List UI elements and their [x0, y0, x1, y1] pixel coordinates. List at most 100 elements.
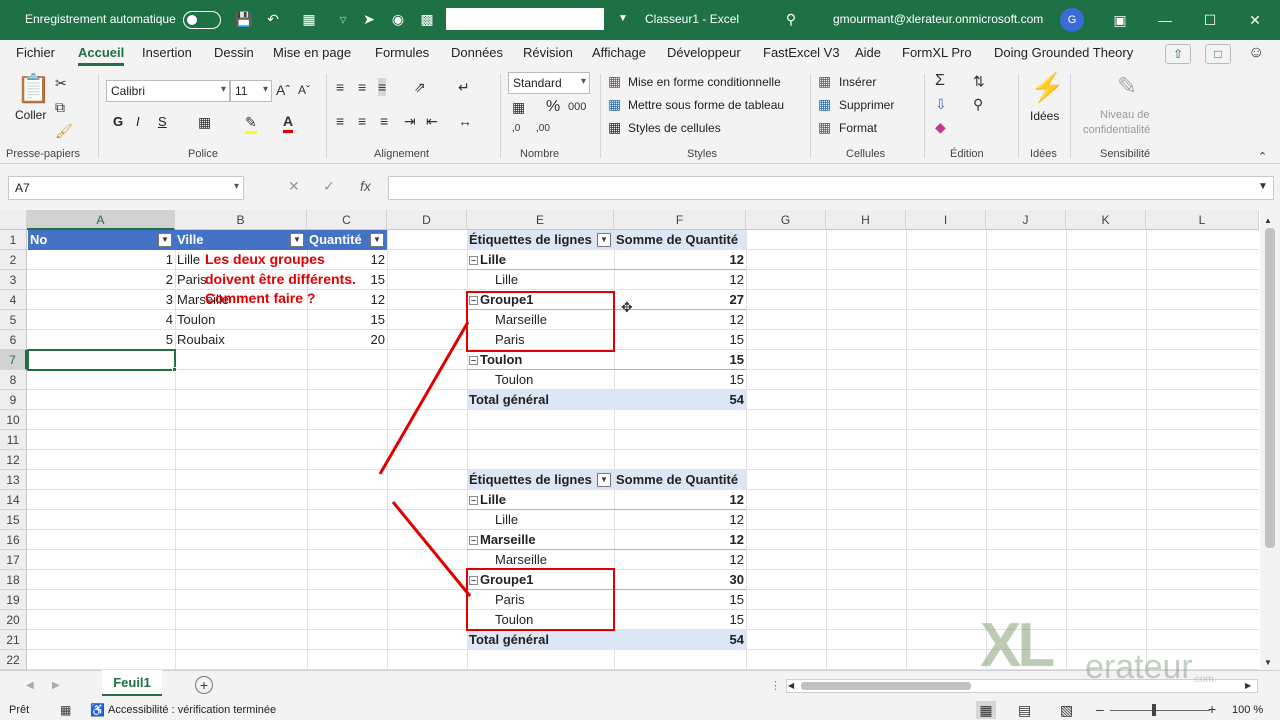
pivot1-item-label[interactable]: Lille [467, 270, 614, 290]
expand-formula-icon[interactable]: ▼ [1258, 178, 1268, 196]
bold-button[interactable]: G [113, 114, 123, 129]
collapse-icon[interactable]: – [469, 356, 478, 365]
horizontal-scroll-thumb[interactable] [801, 682, 971, 690]
form-icon[interactable]: ▦ [300, 10, 318, 28]
share-button[interactable]: ⇧ [1165, 44, 1191, 64]
vertical-scrollbar[interactable]: ▲ ▼ [1260, 210, 1280, 670]
pivot2-group-label[interactable]: – Lille [467, 490, 614, 510]
col-header-g[interactable]: G [746, 210, 826, 230]
table-cell-ville[interactable]: Roubaix [175, 330, 307, 350]
italic-button[interactable]: I [136, 114, 140, 129]
col-header-l[interactable]: L [1146, 210, 1259, 230]
col-header-i[interactable]: I [906, 210, 986, 230]
row-header[interactable]: 14 [0, 490, 27, 510]
tab-affichage[interactable]: Affichage [592, 45, 646, 60]
table-cell-qte[interactable]: 20 [307, 330, 387, 350]
underline-button[interactable]: S [158, 114, 167, 129]
format-as-table-button[interactable]: Mettre sous forme de tableau [628, 98, 784, 112]
name-box[interactable]: A7 [8, 176, 244, 200]
filter-dropdown-icon[interactable]: ▼ [290, 233, 304, 247]
table-cell-qte[interactable]: 15 [307, 310, 387, 330]
collapse-icon[interactable]: – [469, 256, 478, 265]
row-header[interactable]: 21 [0, 630, 27, 650]
pivot1-group-label[interactable]: – Toulon [467, 350, 614, 370]
row-header[interactable]: 16 [0, 530, 27, 550]
tab-grounded-theory[interactable]: Doing Grounded Theory [994, 45, 1133, 60]
tab-aide[interactable]: Aide [855, 45, 881, 60]
row-header[interactable]: 9 [0, 390, 27, 410]
font-color-icon[interactable]: A [283, 112, 294, 133]
row-header[interactable]: 4 [0, 290, 27, 310]
percent-icon[interactable]: % [546, 98, 560, 116]
orientation-icon[interactable]: ⇗ [414, 78, 426, 96]
cell-styles-icon[interactable]: ▦ [608, 118, 621, 136]
pivot1-group-value[interactable]: 12 [614, 250, 746, 270]
col-header-e[interactable]: E [467, 210, 614, 230]
filter-dropdown-icon[interactable]: ▼ [597, 473, 611, 487]
collapse-icon[interactable]: – [469, 496, 478, 505]
tab-split-icon[interactable]: ⋮ [770, 677, 781, 695]
format-cells-button[interactable]: Format [839, 121, 877, 135]
pivot2-item-value[interactable]: 12 [614, 550, 746, 570]
pivot1-total-label[interactable]: Total général [467, 390, 614, 410]
format-as-table-icon[interactable]: ▦ [608, 95, 621, 113]
row-header[interactable]: 11 [0, 430, 27, 450]
pivot2-group-value[interactable]: 30 [614, 570, 746, 590]
row-header[interactable]: 19 [0, 590, 27, 610]
quick-access-input[interactable] [446, 8, 604, 30]
col-header-f[interactable]: F [614, 210, 746, 230]
tab-developpeur[interactable]: Développeur [667, 45, 741, 60]
decrease-decimal-icon[interactable]: ,00 [536, 120, 550, 138]
row-header[interactable]: 12 [0, 450, 27, 470]
select-all-corner[interactable] [0, 210, 27, 230]
table-cell-no[interactable]: 5 [28, 330, 175, 350]
pivot1-item-value[interactable]: 12 [614, 310, 746, 330]
worksheet-grid[interactable]: 22 21 20 19 18 17 16 15 14 13 12 11 10 9 8 7 6 5 4 3 2 1 A B … [0, 210, 1280, 670]
zoom-in-icon[interactable]: + [1208, 700, 1216, 718]
pivot1-group-label[interactable]: – Lille [467, 250, 614, 270]
filter-dropdown-icon[interactable]: ▼ [597, 233, 611, 247]
autosum-icon[interactable]: Σ [935, 72, 945, 90]
col-header-b[interactable]: B [175, 210, 307, 230]
prev-sheet-icon[interactable]: ◀ [26, 677, 34, 695]
tab-mise-en-page[interactable]: Mise en page [273, 45, 351, 60]
find-select-icon[interactable]: ⚲ [973, 95, 983, 113]
indent-icon[interactable]: ⇥ [404, 112, 416, 130]
zoom-level[interactable]: 100 % [1232, 704, 1263, 716]
row-header[interactable]: 5 [0, 310, 27, 330]
pivot2-total-label[interactable]: Total général [467, 630, 614, 650]
cut-icon[interactable]: ✂ [55, 74, 67, 92]
table-cell-no[interactable]: 4 [28, 310, 175, 330]
grow-font-icon[interactable]: Aˆ [276, 81, 290, 99]
page-layout-icon[interactable]: ▤ [1018, 701, 1031, 719]
insert-cells-button[interactable]: Insérer [839, 75, 876, 89]
accessibility-icon[interactable]: ♿ [90, 701, 105, 719]
tab-insertion[interactable]: Insertion [142, 45, 192, 60]
insert-cells-icon[interactable]: ▦ [818, 72, 831, 90]
row-header[interactable]: 17 [0, 550, 27, 570]
align-top-icon[interactable]: ≡ [336, 78, 344, 96]
row-header[interactable]: 10 [0, 410, 27, 430]
tab-fastexcel[interactable]: FastExcel V3 [763, 45, 840, 60]
row-header[interactable]: 6 [0, 330, 27, 350]
align-right-icon[interactable]: ≡ [380, 112, 388, 130]
conditional-format-icon[interactable]: ▦ [608, 72, 621, 90]
col-header-k[interactable]: K [1066, 210, 1146, 230]
currency-icon[interactable]: ▦ [512, 98, 525, 116]
tab-revision[interactable]: Révision [523, 45, 573, 60]
ribbon-display-icon[interactable]: ▣ [1110, 10, 1130, 30]
next-sheet-icon[interactable]: ▶ [52, 677, 60, 695]
align-left-icon[interactable]: ≡ [336, 112, 344, 130]
zoom-slider-thumb[interactable] [1152, 704, 1156, 716]
paste-button[interactable]: Coller [15, 108, 46, 122]
cancel-icon[interactable]: ✕ [288, 178, 300, 195]
pivot1-item-value[interactable]: 15 [614, 330, 746, 350]
row-header[interactable]: 7 [0, 350, 27, 370]
clear-icon[interactable]: ◆ [935, 118, 946, 136]
pivot1-item-label[interactable]: Toulon [467, 370, 614, 390]
target-icon[interactable]: ◉ [389, 10, 407, 28]
tab-fichier[interactable]: Fichier [16, 45, 55, 60]
col-header-a[interactable]: A [27, 210, 175, 230]
table-cell-no[interactable]: 3 [28, 290, 175, 310]
fill-icon[interactable]: ⇩ [935, 95, 947, 113]
